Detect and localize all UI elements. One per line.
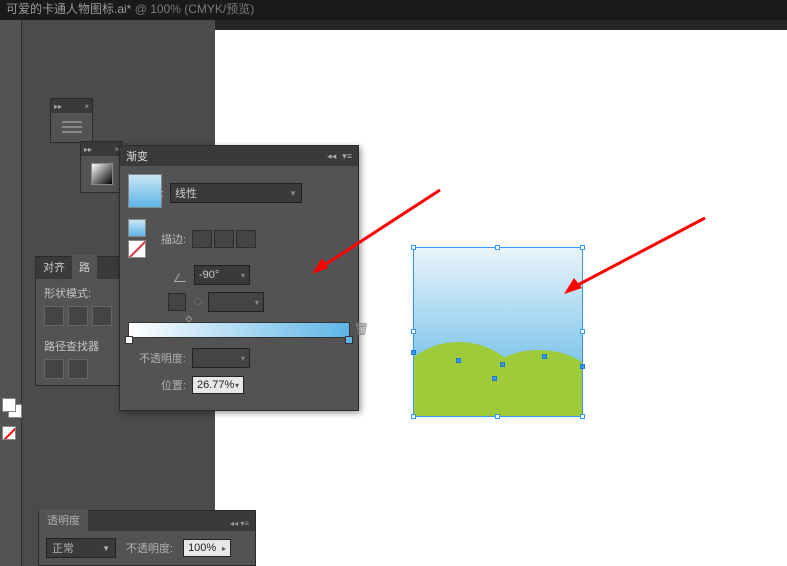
selection-handle[interactable] (495, 414, 500, 419)
trash-icon[interactable]: 🗑 (354, 322, 368, 338)
opacity-input[interactable]: 100% ▸ (183, 539, 231, 557)
gradient-mini-swatch[interactable] (128, 219, 146, 237)
chevron-down-icon: ▾ (235, 381, 239, 390)
trim-icon[interactable] (68, 359, 88, 379)
opacity-value: 100% (188, 542, 216, 554)
gradient-swatch-icon[interactable] (91, 163, 113, 185)
tool-generic[interactable] (1, 21, 21, 43)
selection-handle[interactable] (580, 245, 585, 250)
selection-handle[interactable] (495, 245, 500, 250)
gradient-type-value: 线性 (175, 185, 197, 201)
anchor-point[interactable] (500, 362, 505, 367)
selection-handle[interactable] (411, 245, 416, 250)
minus-front-icon[interactable] (68, 306, 88, 326)
chevron-down-icon: ▾ (237, 354, 245, 363)
ruler-area (215, 20, 787, 30)
anchor-point[interactable] (411, 350, 416, 355)
tool-generic[interactable] (1, 44, 21, 66)
gradient-panel: 渐变 ◂◂ ▾≡ 类型: 线性 ▼ 描边: (119, 145, 359, 411)
stroke-gradient-across-icon[interactable] (236, 230, 256, 248)
close-icon[interactable]: × (84, 102, 89, 111)
chevron-icon: ▸ (222, 544, 226, 553)
selection-handle[interactable] (580, 414, 585, 419)
selection-handle[interactable] (411, 329, 416, 334)
reverse-gradient-icon[interactable] (168, 293, 186, 311)
blend-mode-dropdown[interactable]: 正常 ▼ (46, 538, 116, 558)
collapsed-panel-1[interactable]: ▸▸ × (50, 98, 93, 143)
anchor-point[interactable] (456, 358, 461, 363)
fill-stroke-indicator[interactable] (2, 398, 20, 440)
chevron-down-icon: ▼ (102, 544, 110, 553)
document-zoom: @ 100% (135, 2, 181, 16)
aspect-ratio-icon: ⬭ (188, 296, 208, 309)
panel-icon[interactable] (62, 121, 82, 133)
stop-opacity-input[interactable]: ▾ (192, 348, 250, 368)
pathfinder-label: 路径查找器 (44, 338, 116, 354)
chevron-icon[interactable]: ▸▸ (84, 145, 92, 154)
document-tab[interactable]: 可爱的卡通人物图标.ai* @ 100% (CMYK/预览) (0, 0, 787, 20)
document-filename: 可爱的卡通人物图标.ai* (6, 2, 131, 16)
tab-pathfinder[interactable]: 路 (72, 255, 97, 279)
selected-artwork[interactable] (414, 248, 582, 416)
selection-bounding-box (413, 247, 583, 417)
gradient-type-dropdown[interactable]: 线性 ▼ (170, 183, 302, 203)
collapse-icon[interactable]: ◂◂ (327, 151, 336, 162)
unite-icon[interactable] (44, 306, 64, 326)
stop-position-label: 位置: (128, 377, 186, 393)
gradient-midpoint-marker[interactable]: ◇ (186, 314, 192, 323)
gradient-panel-title: 渐变 (126, 148, 148, 164)
stroke-label: 描边: (154, 231, 186, 247)
pathfinder-panel: 对齐 路 形状模式: 路径查找器 (35, 256, 125, 386)
selection-handle[interactable] (580, 329, 585, 334)
gradient-angle-value: -90° (199, 269, 219, 281)
chevron-icon[interactable]: ▸▸ (54, 102, 62, 111)
tab-align[interactable]: 对齐 (36, 255, 72, 279)
anchor-point[interactable] (492, 376, 497, 381)
gradient-ramp[interactable] (128, 322, 350, 338)
angle-icon (174, 268, 188, 282)
collapse-icon[interactable]: ◂◂ (230, 519, 238, 528)
stroke-gradient-along-icon[interactable] (214, 230, 234, 248)
shape-mode-label: 形状模式: (44, 285, 116, 301)
opacity-label: 不透明度: (126, 540, 173, 556)
none-swatch[interactable] (2, 426, 16, 440)
fill-swatch[interactable] (2, 398, 16, 412)
chevron-down-icon: ▾ (237, 271, 245, 280)
gradient-fill-swatch[interactable] (128, 174, 162, 208)
chevron-down-icon: ▼ (285, 189, 297, 198)
stop-position-input[interactable]: 26.77% ▾ (192, 376, 244, 394)
chevron-down-icon: ▾ (251, 298, 259, 307)
stop-opacity-label: 不透明度: (128, 350, 186, 366)
transparency-panel: 透明度 ◂◂ ▾≡ 正常 ▼ 不透明度: 100% ▸ (38, 510, 256, 566)
gradient-slider[interactable]: ◇ 🗑 (128, 322, 350, 338)
gradient-stop-left[interactable] (124, 334, 134, 346)
stroke-gradient-within-icon[interactable] (192, 230, 212, 248)
anchor-point[interactable] (580, 364, 585, 369)
document-mode: (CMYK/预览) (184, 2, 254, 16)
gradient-angle-input[interactable]: -90° ▾ (194, 265, 250, 285)
intersect-icon[interactable] (92, 306, 112, 326)
tools-panel (0, 20, 22, 566)
panel-menu-icon[interactable]: ▾≡ (240, 519, 249, 528)
anchor-point[interactable] (542, 354, 547, 359)
none-swatch-mini[interactable] (128, 240, 146, 258)
divide-icon[interactable] (44, 359, 64, 379)
stop-position-value: 26.77% (197, 379, 234, 391)
blend-mode-value: 正常 (52, 540, 74, 556)
panel-menu-icon[interactable]: ▾≡ (342, 151, 352, 162)
collapsed-panel-2[interactable]: ▸▸× (80, 141, 123, 193)
tab-transparency[interactable]: 透明度 (39, 509, 88, 531)
selection-handle[interactable] (411, 414, 416, 419)
gradient-stop-right[interactable] (344, 334, 354, 346)
aspect-ratio-input[interactable]: ▾ (208, 292, 264, 312)
